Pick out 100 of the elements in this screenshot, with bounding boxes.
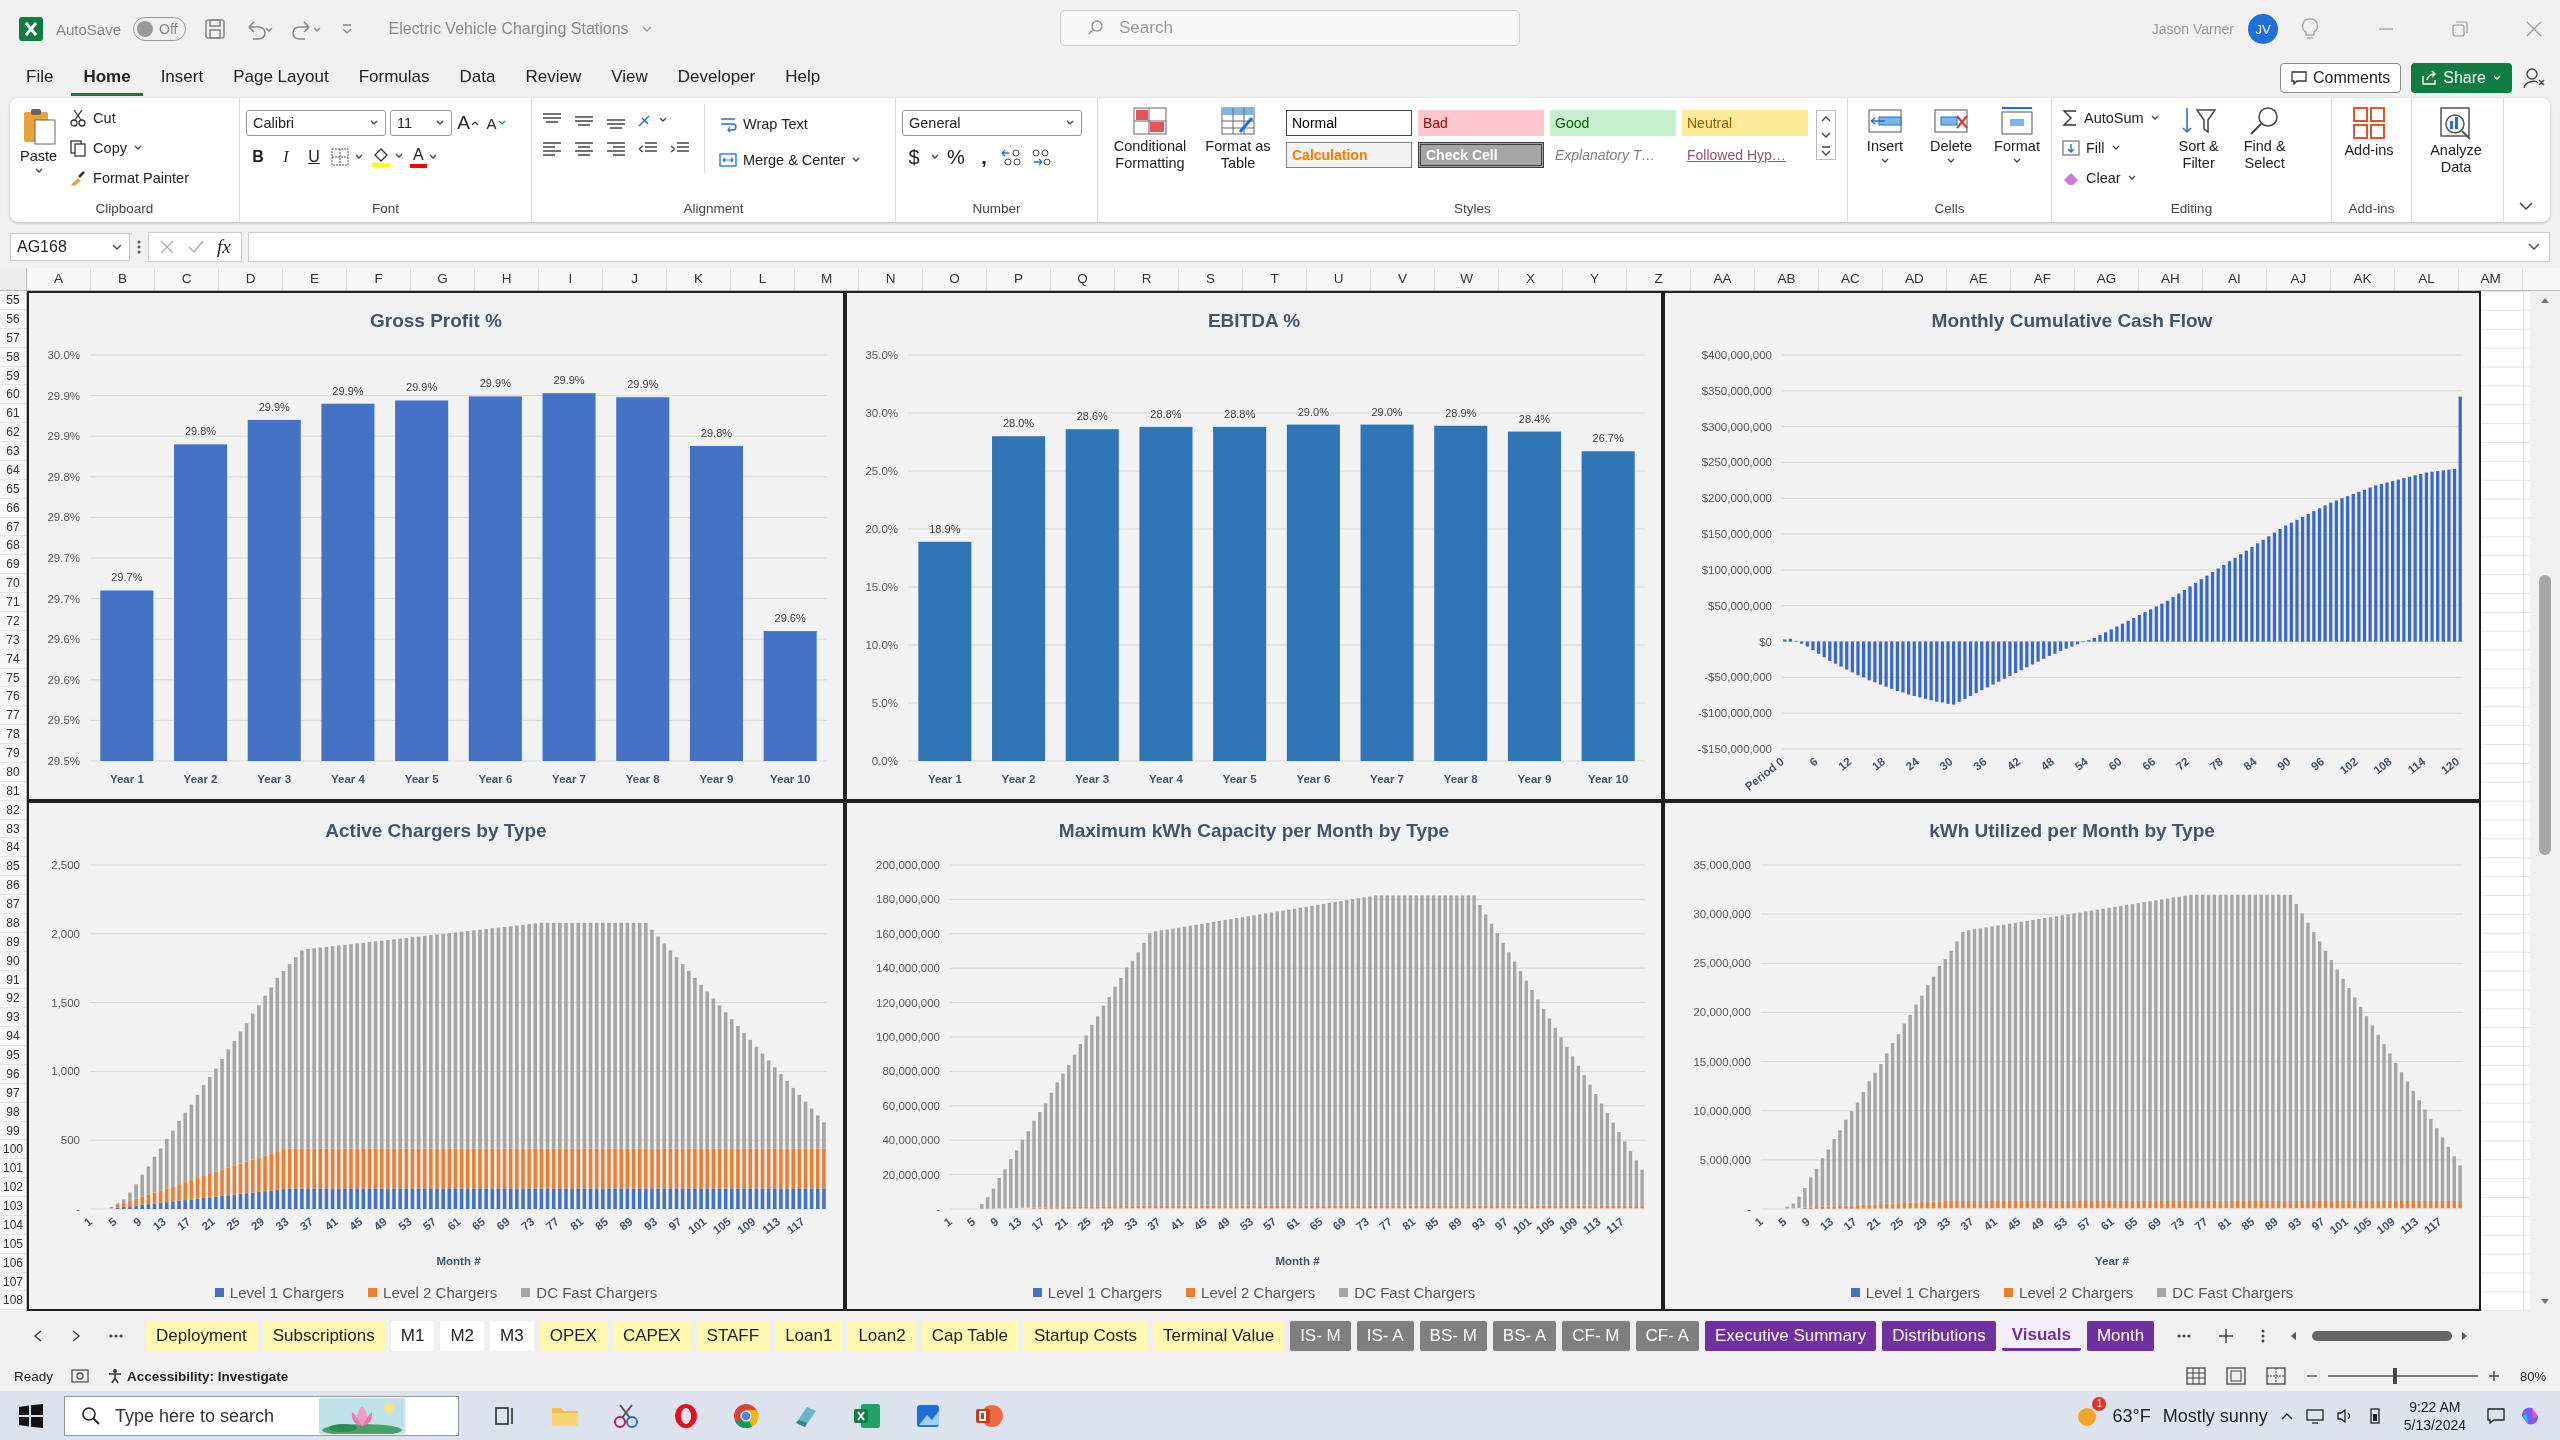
axis-label: 81 xyxy=(568,1215,586,1233)
axis-label: 73 xyxy=(1353,1215,1372,1233)
legend-label: Level 1 Chargers xyxy=(1865,1283,1981,1301)
axis-label: Year 8 xyxy=(1443,773,1478,785)
axis-label: 29.9% xyxy=(47,389,80,402)
axis-label: 13 xyxy=(150,1215,168,1233)
axis-label: Year 6 xyxy=(1296,773,1331,785)
axis-label: 77 xyxy=(1376,1215,1395,1233)
axis-label: -$100,000,000 xyxy=(1697,707,1772,720)
axis-label: 65 xyxy=(1307,1215,1325,1233)
axis-label: 69 xyxy=(2145,1215,2163,1233)
group-label: Font xyxy=(371,201,400,218)
data-label: 29.9% xyxy=(332,384,364,397)
data-label: 29.9% xyxy=(627,378,659,391)
axis-label: 65 xyxy=(469,1215,488,1233)
axis-title: Month # xyxy=(436,1255,481,1267)
axis-label: 108 xyxy=(2371,755,2394,777)
axis-label: 35,000,000 xyxy=(1693,859,1751,871)
axis-label: 69 xyxy=(1330,1215,1348,1233)
legend-label: Level 2 Chargers xyxy=(1201,1283,1316,1301)
axis-label: - xyxy=(76,1203,80,1215)
axis-label: 96 xyxy=(2308,755,2327,773)
axis-label: 1,000 xyxy=(51,1065,80,1078)
legend-label: DC Fast Chargers xyxy=(536,1283,658,1301)
axis-label: 105 xyxy=(1533,1215,1557,1237)
axis-label: 15.0% xyxy=(865,581,898,593)
axis-label: 9 xyxy=(988,1215,1001,1229)
chart-title: Monthly Cumulative Cash Flow xyxy=(1931,310,2213,331)
status-text: Ready xyxy=(14,1368,54,1384)
chart-title: kWh Utilized per Month by Type xyxy=(1929,820,2215,841)
axis-label: 48 xyxy=(2038,755,2057,773)
axis-label: 29 xyxy=(248,1215,267,1233)
axis-label: 15,000,000 xyxy=(1693,1055,1751,1068)
axis-label: 97 xyxy=(666,1215,684,1233)
group-label: Editing xyxy=(2169,201,2214,218)
axis-title: Month # xyxy=(1275,1255,1320,1267)
legend-label: Level 1 Chargers xyxy=(1047,1283,1163,1301)
data-label: 29.9% xyxy=(406,381,438,394)
axis-label: 41 xyxy=(1981,1215,2000,1233)
axis-label: 0.0% xyxy=(871,755,898,767)
axis-label: Year 1 xyxy=(927,773,962,785)
axis-label: $400,000,000 xyxy=(1701,349,1772,361)
axis-label: 30.0% xyxy=(47,349,80,361)
data-label: 28.0% xyxy=(1002,417,1035,430)
data-label: 29.0% xyxy=(1297,405,1329,418)
axis-label: 29.7% xyxy=(47,592,80,605)
axis-label: 500 xyxy=(60,1134,80,1147)
axis-label: 117 xyxy=(784,1215,807,1236)
axis-label: Year 8 xyxy=(625,773,660,785)
axis-label: 61 xyxy=(1284,1215,1302,1233)
legend-label: DC Fast Chargers xyxy=(1354,1283,1476,1301)
axis-label: 114 xyxy=(2405,755,2428,776)
data-label: 28.8% xyxy=(1150,407,1182,420)
axis-label: 53 xyxy=(396,1215,414,1233)
axis-label: 29.6% xyxy=(47,673,80,686)
axis-label: 41 xyxy=(1168,1215,1186,1233)
axis-label: 65 xyxy=(2122,1215,2140,1233)
data-label: 28.4% xyxy=(1518,412,1551,425)
axis-label: 29.9% xyxy=(47,430,80,443)
axis-label: 97 xyxy=(2309,1215,2327,1233)
data-label: 29.7% xyxy=(111,571,143,584)
axis-label: $50,000,000 xyxy=(1708,599,1772,612)
axis-label: 113 xyxy=(1580,1215,1603,1236)
axis-label: 29 xyxy=(1911,1215,1929,1233)
axis-label: Year 1 xyxy=(109,773,144,785)
axis-label: 33 xyxy=(1122,1215,1140,1233)
axis-label: 101 xyxy=(685,1215,709,1237)
axis-label: 29.6% xyxy=(47,633,80,646)
axis-label: 41 xyxy=(322,1215,340,1233)
axis-label: 61 xyxy=(445,1215,463,1233)
axis-label: 160,000,000 xyxy=(876,927,940,940)
axis-label: 30,000,000 xyxy=(1693,908,1751,921)
axis-label: 13 xyxy=(1006,1215,1024,1233)
axis-label: 37 xyxy=(1145,1215,1163,1233)
data-label: 29.8% xyxy=(184,425,217,438)
axis-label: 5,000,000 xyxy=(1699,1153,1751,1166)
axis-label: 29.5% xyxy=(47,755,80,767)
axis-label: 2,000 xyxy=(51,927,80,940)
axis-label: -$50,000,000 xyxy=(1704,671,1772,684)
data-label: 29.9% xyxy=(479,377,511,390)
axis-label: 17 xyxy=(1841,1215,1859,1233)
axis-label: 180,000,000 xyxy=(876,893,940,906)
axis-label: 13 xyxy=(1817,1215,1836,1233)
axis-label: 5 xyxy=(964,1215,978,1229)
axis-label: 6 xyxy=(1807,755,1820,769)
data-label: 28.9% xyxy=(1445,406,1477,419)
axis-label: 117 xyxy=(1603,1215,1626,1236)
axis-label: Year 4 xyxy=(1149,773,1183,785)
data-label: 29.6% xyxy=(774,612,806,625)
axis-label: 80,000,000 xyxy=(882,1065,940,1078)
axis-label: 30 xyxy=(1937,755,1955,773)
axis-label: 25 xyxy=(1075,1215,1094,1233)
axis-label: 97 xyxy=(1492,1215,1511,1233)
axis-label: 17 xyxy=(175,1215,193,1233)
axis-label: Year 5 xyxy=(404,773,439,785)
axis-label: 9 xyxy=(131,1215,144,1229)
notification-badge: 1 xyxy=(2092,1397,2107,1411)
axis-label: 49 xyxy=(1214,1215,1233,1233)
axis-label: 9 xyxy=(1799,1215,1812,1229)
axis-label: 25 xyxy=(224,1215,242,1233)
